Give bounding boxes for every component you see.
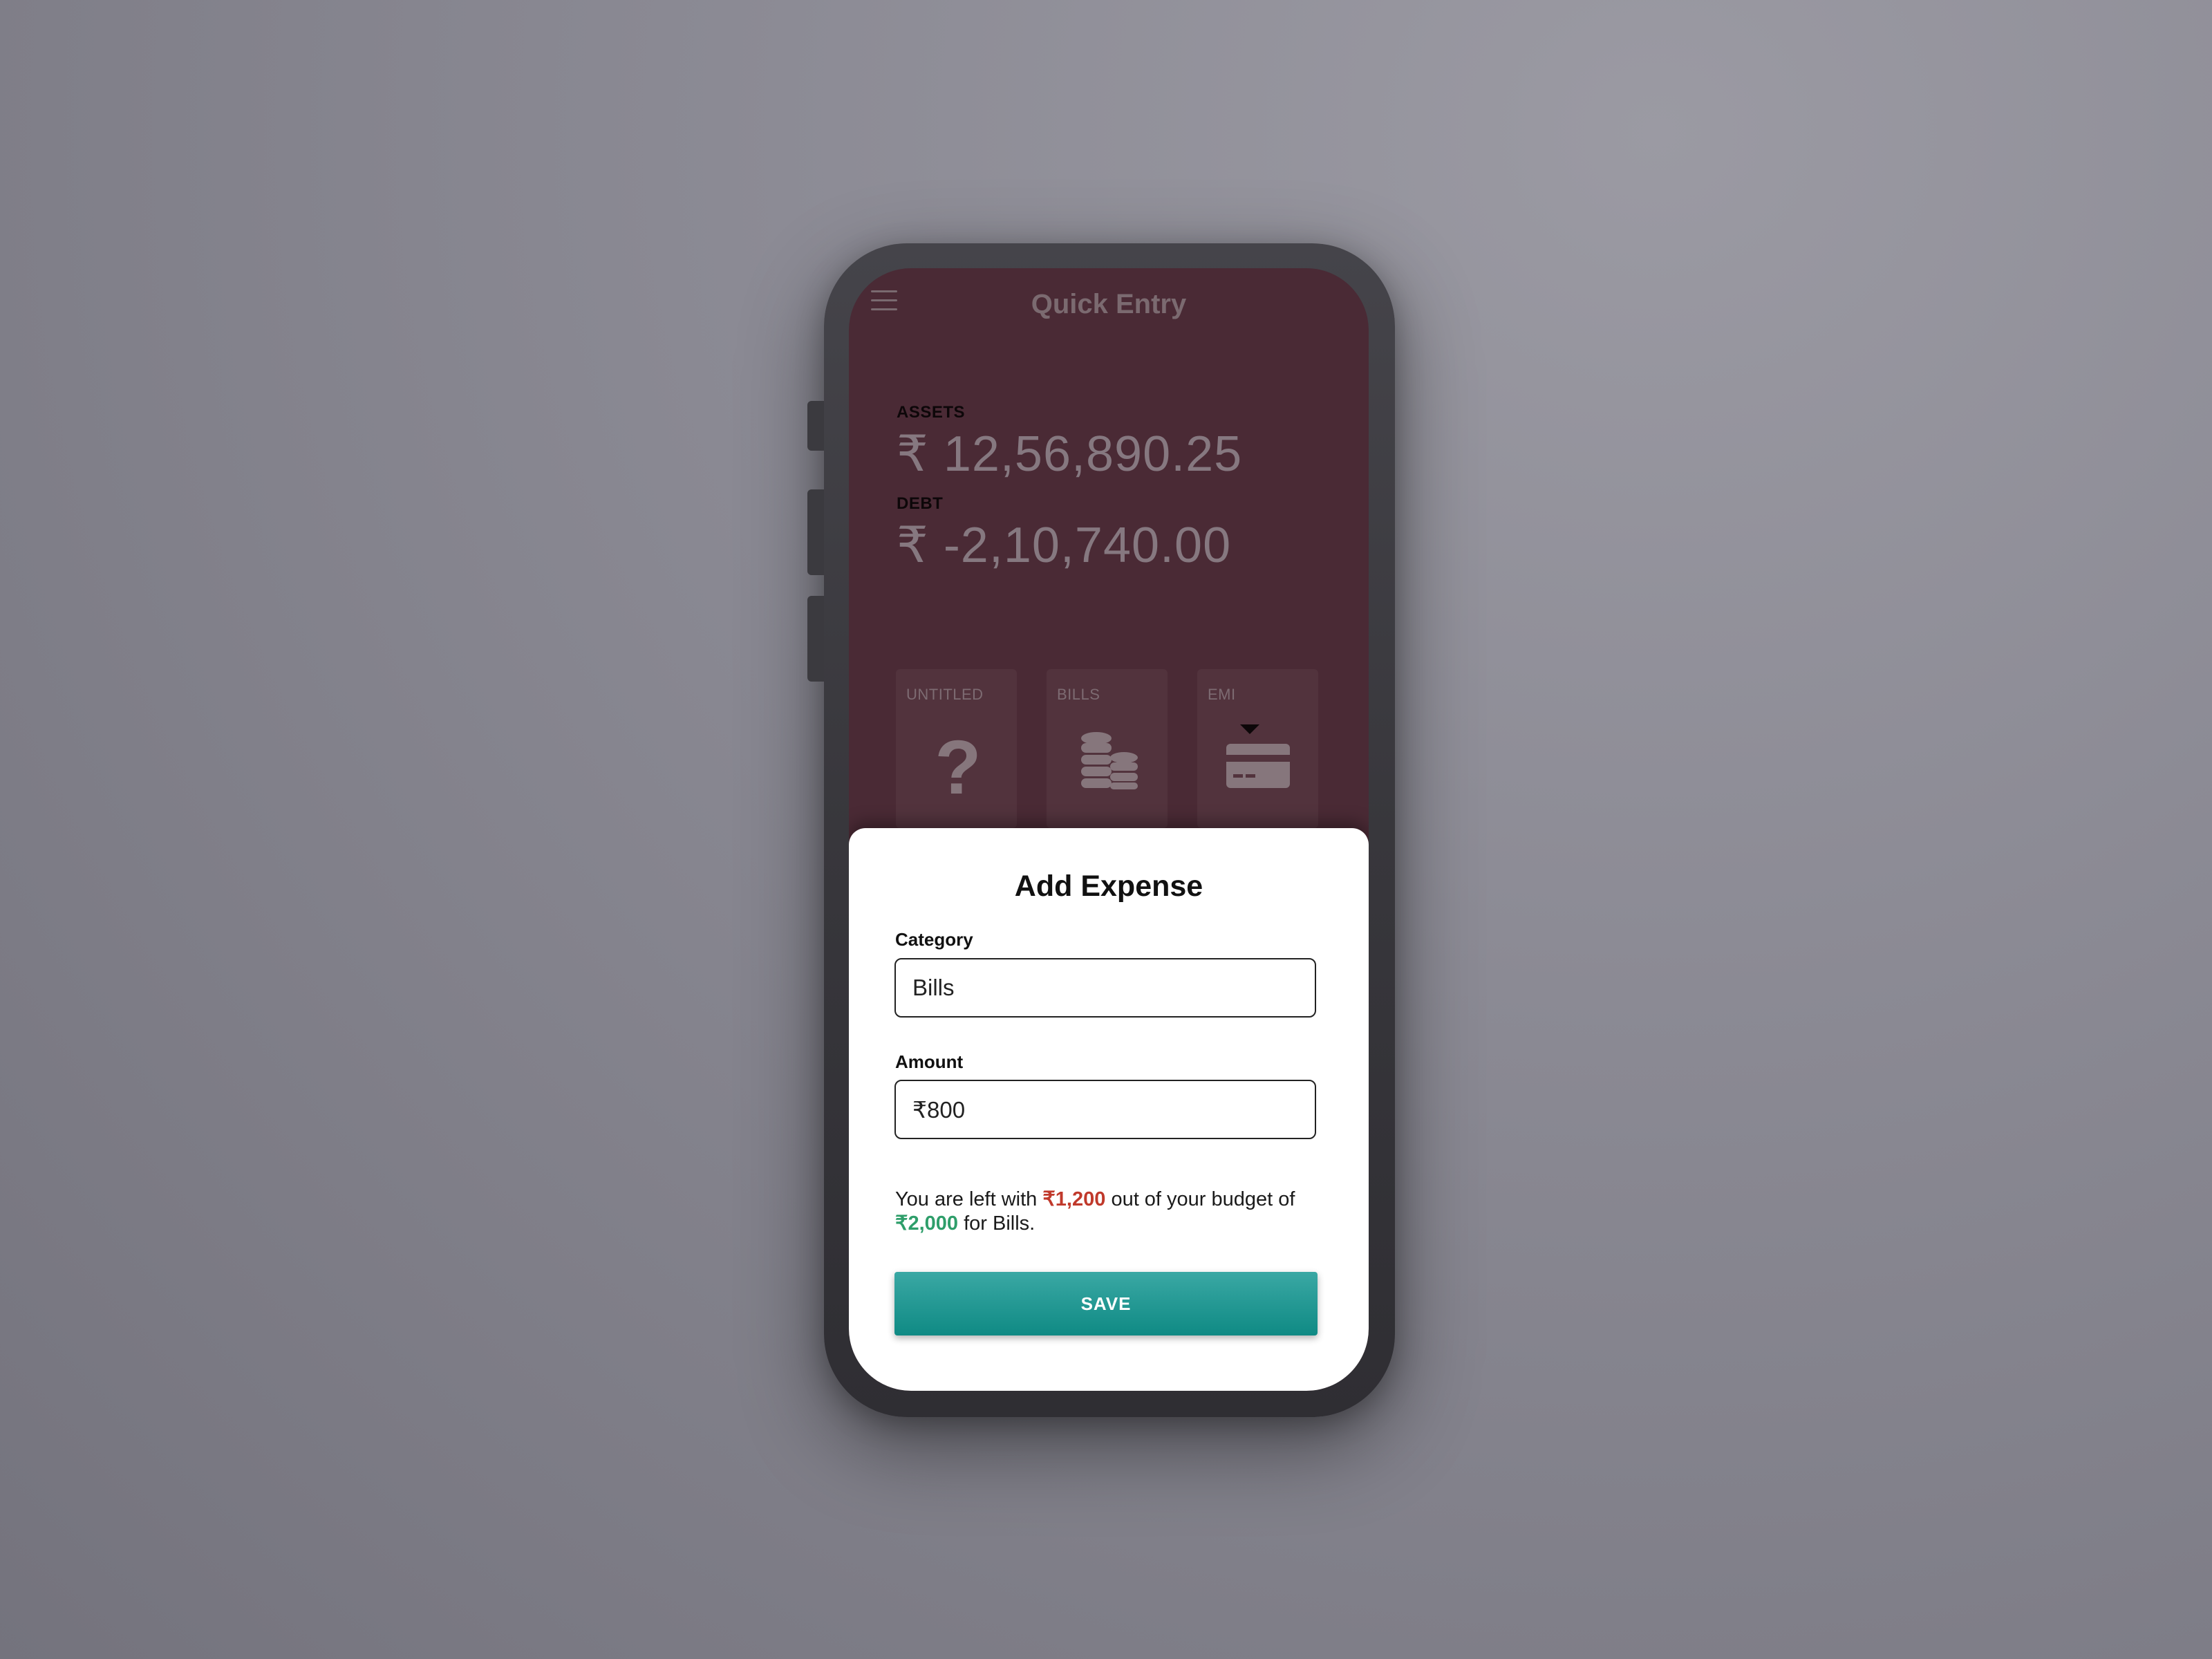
amount-label: Amount bbox=[895, 1051, 964, 1072]
budget-message-suffix: for Bills. bbox=[964, 1212, 1035, 1235]
add-expense-sheet: Add Expense Category Amount You are left… bbox=[849, 828, 1369, 1391]
budget-message-prefix: You are left with bbox=[895, 1188, 1038, 1210]
assets-label: ASSETS bbox=[897, 403, 966, 422]
question-icon: ? bbox=[935, 725, 981, 800]
app-title: Quick Entry bbox=[1031, 289, 1187, 319]
credit-card-icon bbox=[1226, 724, 1290, 788]
coins-icon bbox=[1081, 732, 1138, 789]
category-label: Category bbox=[895, 929, 973, 950]
category-tile-label: UNTITLED bbox=[906, 686, 984, 703]
budget-total: ₹2,000 bbox=[895, 1212, 959, 1235]
category-tile-label: BILLS bbox=[1057, 686, 1100, 703]
save-button[interactable]: SAVE bbox=[894, 1272, 1318, 1335]
category-tile-emi[interactable]: EMI bbox=[1197, 669, 1318, 828]
debt-label: DEBT bbox=[897, 494, 944, 513]
amount-left: ₹1,200 bbox=[1042, 1188, 1106, 1210]
debt-value: ₹ -2,10,740.00 bbox=[897, 518, 1232, 573]
category-input[interactable] bbox=[894, 958, 1316, 1018]
category-tile-label: EMI bbox=[1208, 686, 1236, 703]
amount-input[interactable] bbox=[894, 1080, 1316, 1139]
phone-screen: Quick Entry ASSETS ₹ 12,56,890.25 DEBT ₹… bbox=[849, 268, 1369, 1391]
budget-message: You are left with ₹1,200 out of your bud… bbox=[895, 1188, 1324, 1236]
category-tile-untitled[interactable]: UNTITLED ? bbox=[896, 669, 1017, 828]
budget-message-middle: out of your budget of bbox=[1111, 1188, 1295, 1210]
assets-value: ₹ 12,56,890.25 bbox=[897, 427, 1243, 482]
category-tile-bills[interactable]: BILLS bbox=[1047, 669, 1168, 828]
sheet-title: Add Expense bbox=[1014, 870, 1203, 903]
svg-text:?: ? bbox=[935, 725, 981, 800]
